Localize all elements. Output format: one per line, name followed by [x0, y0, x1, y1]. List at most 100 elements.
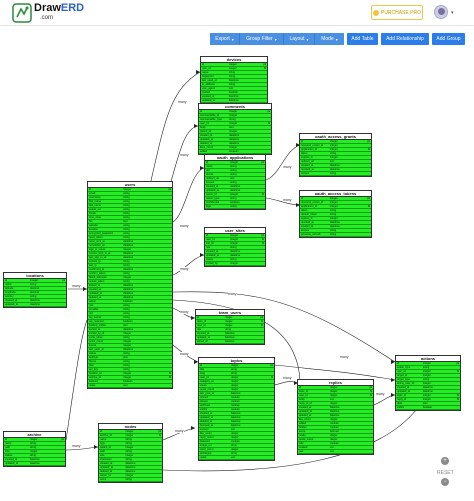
column-key [143, 478, 162, 481]
table-row[interactable]: previous_refresh string [300, 233, 371, 237]
column-type: string [123, 312, 130, 315]
add-table-button[interactable]: Add Table [347, 33, 378, 45]
column-name: acting_user_id [397, 382, 414, 385]
table-row[interactable]: raw text [298, 450, 373, 454]
chevron-down-icon[interactable]: ▾ [451, 10, 454, 16]
column-key [147, 200, 172, 203]
column-key [351, 450, 374, 453]
table-row[interactable]: scopes string [300, 172, 371, 176]
coin-icon [372, 9, 379, 16]
table-oauth-access-grants[interactable]: oauth_access_grants id integer pk resource_o… [299, 133, 372, 177]
column-type: datetime [123, 328, 134, 331]
table-users[interactable]: users id integer pk email string username strin… [87, 181, 173, 389]
column-name: user_id [206, 238, 215, 241]
table-user-sites[interactable]: user_sites id integer pk user_id integer fk sit… [204, 227, 266, 267]
column-key [247, 185, 265, 188]
column-type: datetime [230, 416, 241, 419]
group-filter-dropdown[interactable]: Group Filter ▾ [240, 33, 284, 45]
column-name: last_seen_at [89, 348, 104, 351]
edge-label: many [180, 310, 189, 314]
column-type: integer [329, 217, 338, 220]
column-key [247, 189, 265, 192]
column-type: text [329, 160, 334, 163]
column-key: fk [261, 238, 264, 241]
column-name: admin [89, 300, 97, 303]
table-row[interactable]: updated_at datetime [4, 303, 66, 307]
table-oauth-applications[interactable]: oauth_applications id integer pk name string u… [204, 154, 266, 210]
column-name: quote_count [299, 438, 314, 441]
column-key [147, 276, 172, 279]
column-name: deleted_at [100, 470, 113, 473]
column-type: string [230, 169, 237, 172]
column-name: uid [89, 312, 93, 315]
column-name: updated_at [206, 254, 219, 257]
table-topics[interactable]: topics id integer pk title string slug string us… [198, 357, 275, 461]
column-name: visible [397, 406, 405, 409]
table-row[interactable]: logo string [205, 205, 265, 209]
table-row[interactable]: notes text [199, 456, 274, 460]
column-key [247, 91, 267, 94]
table-actions[interactable]: actions id integer pk action_type string user_… [395, 355, 461, 411]
table-team-users[interactable]: team_users id integer pk team_id integer fk use… [195, 309, 265, 345]
reset-view-button[interactable]: RESET [437, 470, 454, 476]
column-name: avatar_url [89, 208, 101, 211]
column-type: datetime [230, 412, 241, 415]
column-name: posts_count [89, 340, 103, 343]
table-locations[interactable]: locations id integer pk name string latitude de… [3, 272, 67, 308]
column-key [147, 380, 172, 383]
column-name: created_at [206, 250, 219, 253]
table-archive[interactable]: archive id integer pk name string path string si… [3, 431, 66, 467]
table-row[interactable]: visible boolean [396, 406, 460, 410]
zoom-in-button[interactable]: + [441, 457, 449, 465]
column-type: text [329, 450, 334, 453]
column-name: role [89, 304, 94, 307]
column-key [147, 272, 172, 275]
column-key [441, 374, 460, 377]
column-key: fk [369, 390, 372, 393]
column-key [252, 440, 275, 443]
column-type: string [125, 458, 132, 461]
mode-dropdown[interactable]: Mode ▾ [315, 33, 344, 45]
table-comments[interactable]: comments id integer pk commentable_id integer… [198, 103, 272, 155]
column-key [247, 165, 265, 168]
edge-label: many [180, 224, 189, 228]
add-relationship-button[interactable]: Add Relationship [381, 33, 429, 45]
add-group-button[interactable]: Add Group [432, 33, 465, 45]
column-type: integer [329, 201, 338, 204]
column-type: integer [329, 205, 338, 208]
table-row[interactable]: invited_by integer [205, 262, 265, 266]
table-nodes[interactable]: nodes id integer pk archive_id integer fk name s… [98, 423, 163, 483]
column-name: excerpt [200, 428, 209, 431]
column-type: integer [228, 63, 237, 66]
column-type: integer [229, 122, 238, 125]
column-type: string [123, 216, 130, 219]
column-name: token [301, 209, 308, 212]
export-dropdown[interactable]: Export ▾ [210, 33, 240, 45]
avatar[interactable] [434, 5, 448, 19]
column-key: pk [367, 197, 370, 200]
table-row[interactable]: updated_at datetime [4, 462, 65, 466]
edge-label: many [180, 352, 189, 356]
column-key [351, 430, 374, 433]
column-name: current_ip [89, 260, 101, 263]
zoom-out-button[interactable]: − [441, 478, 449, 486]
column-type: datetime [230, 424, 241, 427]
table-oauth-access-tokens[interactable]: oauth_access_tokens id integer pk resource_o… [299, 190, 372, 238]
purchase-pro-button[interactable]: PURCHASE PRO [371, 5, 423, 20]
table-row[interactable]: notes text [88, 384, 172, 388]
column-type: text [329, 446, 334, 449]
column-type: string [125, 438, 132, 441]
column-key [249, 142, 271, 145]
column-key [247, 262, 265, 265]
column-type: integer [230, 436, 239, 439]
column-name: created_at [202, 95, 215, 98]
column-name: owner_type [206, 197, 220, 200]
table-row[interactable]: mime string [99, 478, 162, 482]
layout-dropdown[interactable]: Layout ▾ [284, 33, 315, 45]
column-name: action_type [397, 366, 411, 369]
table-replies[interactable]: replies id integer pk topic_id integer fk user_… [297, 379, 374, 455]
table-row[interactable]: joined_at datetime [196, 340, 264, 344]
drawerd-logo[interactable]: DrawERD .com [12, 2, 84, 23]
column-type: integer [29, 450, 38, 453]
column-name: parent_id [100, 446, 111, 449]
